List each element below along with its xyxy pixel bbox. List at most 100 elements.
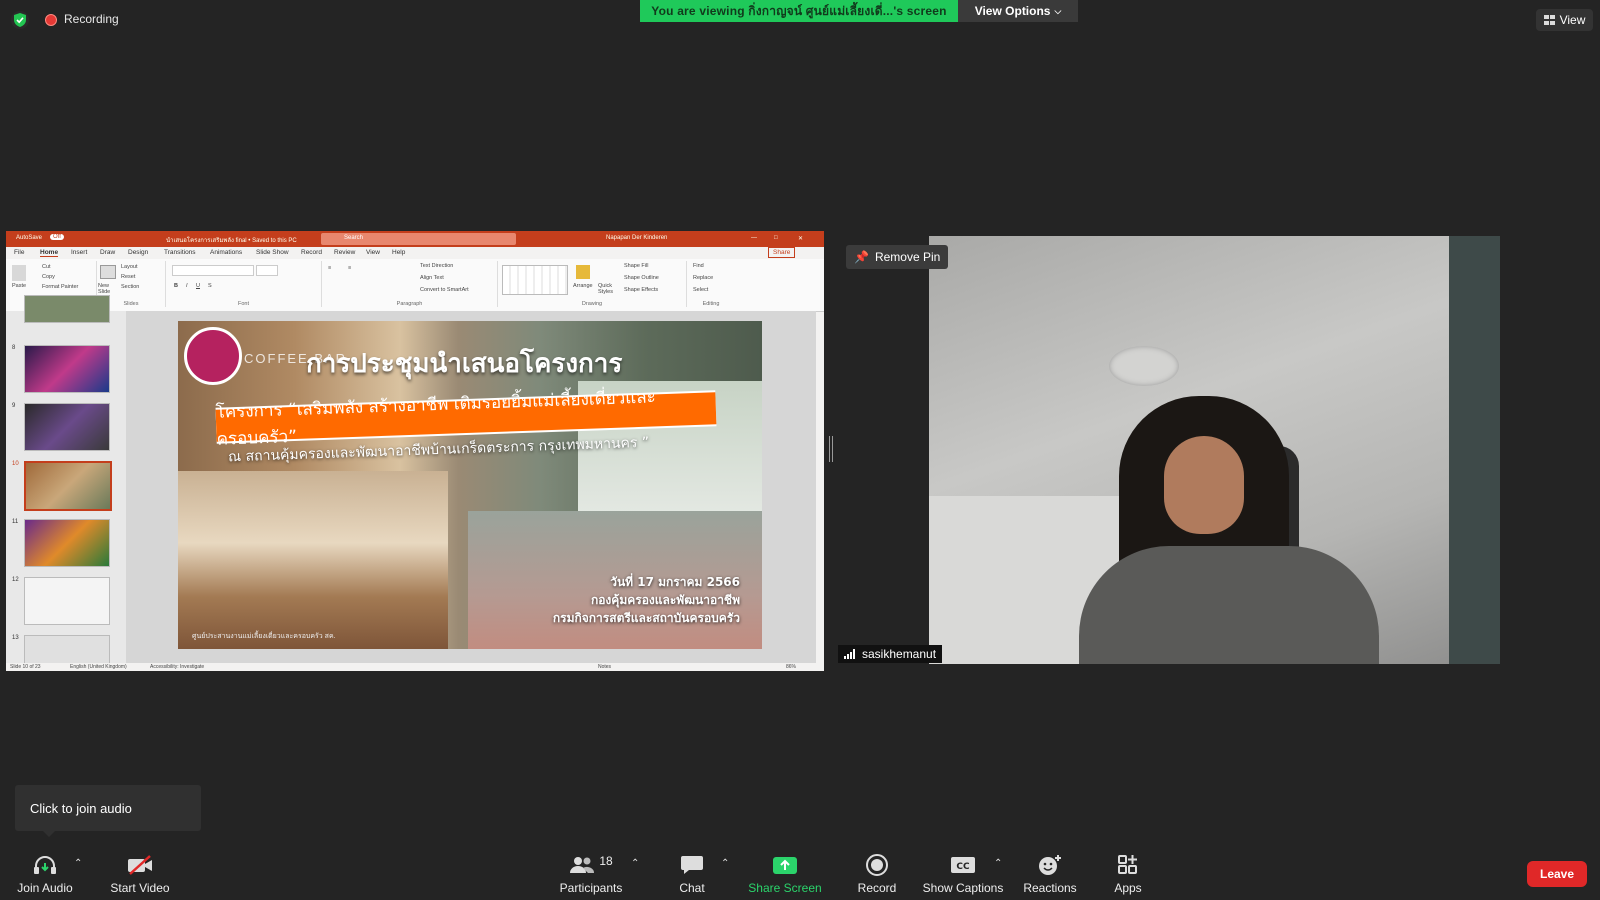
font-family-select[interactable] (172, 265, 254, 276)
shape-outline-button[interactable]: Shape Outline (624, 275, 659, 281)
slide-footer: ศูนย์ประสานงานแม่เลี้ยงเดี่ยวและครอบครัว… (192, 633, 336, 640)
slide-number: 9 (12, 403, 16, 409)
language-indicator[interactable]: English (United Kingdom) (70, 664, 127, 670)
underline-icon[interactable]: U (196, 283, 200, 289)
apps-icon (1108, 853, 1148, 877)
ribbon-group-drawing: Arrange Quick Styles Shape Fill Shape Ou… (498, 261, 687, 307)
paste-icon[interactable] (12, 265, 26, 281)
new-slide-icon[interactable] (100, 265, 116, 279)
ppt-share-button[interactable]: Share (768, 247, 796, 258)
ppt-ribbon-tabs: File Home Insert Draw Design Transitions… (6, 247, 824, 259)
arrange-button[interactable]: Arrange (573, 283, 593, 289)
participants-label: Participants (559, 881, 623, 895)
view-options-button[interactable]: View Options ⌵ (958, 0, 1078, 22)
chat-button[interactable]: Chat (668, 853, 716, 895)
tab-file[interactable]: File (14, 249, 24, 256)
record-button[interactable]: Record (852, 853, 902, 895)
participants-caret-icon[interactable]: ⌃ (631, 858, 639, 869)
chat-icon (668, 853, 716, 877)
cut-button[interactable]: Cut (42, 264, 51, 270)
autosave-label[interactable]: AutoSave (16, 235, 42, 241)
ppt-ribbon: Paste Cut Copy Format Painter Clipboard … (6, 259, 824, 312)
slide-thumbnail[interactable] (24, 577, 110, 625)
view-label: View (1559, 13, 1586, 27)
tab-draw[interactable]: Draw (100, 249, 115, 256)
slide-thumbnail[interactable] (24, 295, 110, 323)
numbering-icon[interactable]: ≡ (348, 265, 351, 271)
select-button[interactable]: Select (693, 287, 708, 293)
font-size-select[interactable] (256, 265, 278, 276)
slide-org-department: กรมกิจการสตรีและสถาบันครอบครัว (552, 611, 740, 625)
tab-design[interactable]: Design (128, 249, 148, 256)
shape-fill-button[interactable]: Shape Fill (624, 263, 648, 269)
find-button[interactable]: Find (693, 263, 704, 269)
arrange-icon[interactable] (576, 265, 590, 279)
italic-icon[interactable]: I (186, 283, 188, 289)
tab-record[interactable]: Record (301, 249, 322, 256)
apps-button[interactable]: Apps (1108, 853, 1148, 895)
bullets-icon[interactable]: ≡ (328, 265, 331, 271)
tab-insert[interactable]: Insert (71, 249, 87, 256)
join-audio-button[interactable]: Join Audio (14, 853, 76, 895)
notes-button[interactable]: Notes (598, 664, 611, 670)
convert-smartart-button[interactable]: Convert to SmartArt (420, 287, 469, 293)
ribbon-group-paragraph: ≡ ≡ Text Direction Align Text Convert to… (322, 261, 498, 307)
paste-button[interactable]: Paste (12, 283, 26, 289)
shapes-gallery[interactable] (502, 265, 568, 295)
tab-transitions[interactable]: Transitions (164, 249, 196, 256)
grid-view-icon (1543, 15, 1555, 25)
ppt-search-placeholder: Search (344, 235, 364, 241)
share-screen-label: Share Screen (748, 881, 822, 895)
join-audio-tooltip[interactable]: Click to join audio (15, 785, 201, 837)
text-direction-button[interactable]: Text Direction (420, 263, 453, 269)
chat-caret-icon[interactable]: ⌃ (721, 858, 729, 869)
replace-button[interactable]: Replace (693, 275, 713, 281)
participants-button[interactable]: 18 Participants (548, 853, 634, 895)
new-slide-button[interactable]: New Slide (98, 283, 118, 295)
quick-styles-button[interactable]: Quick Styles (598, 283, 620, 295)
slide-thumbnail[interactable] (24, 519, 110, 567)
reactions-button[interactable]: Reactions (1022, 853, 1078, 895)
participant-video[interactable] (929, 236, 1500, 664)
shape-effects-button[interactable]: Shape Effects (624, 287, 658, 293)
tab-review[interactable]: Review (334, 249, 355, 256)
autosave-toggle[interactable]: Off (50, 234, 64, 240)
ppt-user-name: Napapan Der Kinderen (606, 235, 668, 241)
section-button[interactable]: Section (121, 284, 139, 290)
start-video-button[interactable]: Start Video (104, 853, 176, 895)
minimize-icon[interactable]: — (751, 235, 757, 241)
slide-thumbnail[interactable] (24, 345, 110, 393)
layout-button[interactable]: Layout (121, 264, 138, 270)
slide-thumbnail-pane[interactable]: 8 9 10 11 12 13 (6, 295, 126, 671)
tab-view[interactable]: View (366, 249, 380, 256)
bold-icon[interactable]: B (174, 283, 178, 289)
tab-slide-show[interactable]: Slide Show (256, 249, 289, 256)
tab-home[interactable]: Home (40, 249, 59, 257)
restore-icon[interactable]: □ (774, 235, 778, 241)
show-captions-button[interactable]: CC Show Captions (922, 853, 1004, 895)
split-view-divider[interactable] (829, 436, 833, 462)
reset-button[interactable]: Reset (121, 274, 135, 280)
remove-pin-button[interactable]: 📌 Remove Pin (846, 245, 949, 269)
captions-caret-icon[interactable]: ⌃ (994, 858, 1002, 869)
slide-number: 8 (12, 345, 16, 351)
slide-thumbnail[interactable] (24, 403, 110, 451)
align-text-button[interactable]: Align Text (420, 275, 444, 281)
tab-animations[interactable]: Animations (210, 249, 242, 256)
slide-thumbnail-selected[interactable] (24, 461, 112, 511)
person-shirt (1079, 546, 1379, 664)
accessibility-indicator[interactable]: Accessibility: Investigate (150, 664, 204, 670)
share-screen-button[interactable]: Share Screen (748, 853, 822, 895)
security-shield-icon[interactable] (11, 11, 29, 29)
zoom-level[interactable]: 86% (786, 664, 796, 670)
leave-button[interactable]: Leave (1527, 861, 1587, 887)
copy-button[interactable]: Copy (42, 274, 55, 280)
close-icon[interactable]: ✕ (798, 235, 803, 242)
tab-help[interactable]: Help (392, 249, 405, 256)
view-button[interactable]: View (1536, 9, 1593, 31)
format-painter-button[interactable]: Format Painter (42, 284, 78, 290)
show-captions-label: Show Captions (922, 881, 1004, 895)
audio-options-caret-icon[interactable]: ⌃ (74, 858, 82, 869)
group-label: Paragraph (396, 301, 423, 307)
shadow-icon[interactable]: S (208, 283, 212, 289)
